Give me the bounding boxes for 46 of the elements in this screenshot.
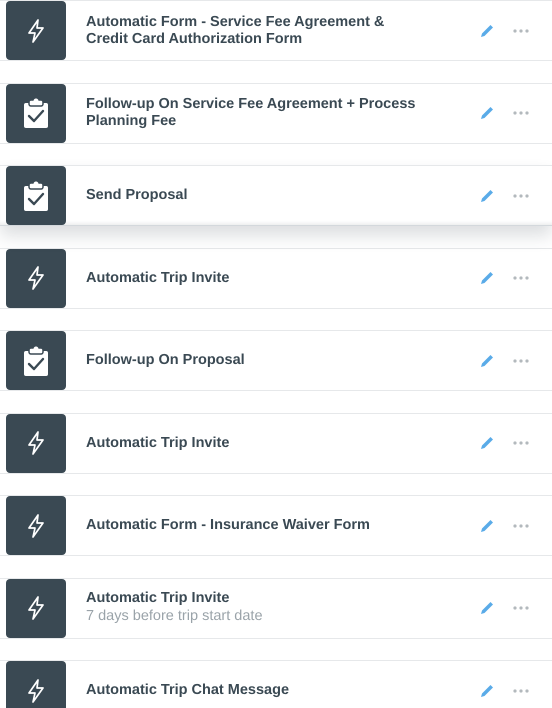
lightning-icon — [27, 596, 45, 620]
step-title: Automatic Form - Service Fee Agreement & Credit Card Authorization Form — [86, 14, 386, 48]
more-icon — [513, 688, 529, 692]
more-icon — [513, 524, 529, 528]
lightning-icon — [27, 266, 45, 290]
step-card[interactable]: Automatic Trip Invite — [0, 248, 552, 308]
pencil-icon — [479, 105, 495, 121]
step-title: Automatic Trip Invite — [86, 270, 230, 286]
more-icon — [513, 606, 529, 610]
more-icon — [513, 441, 529, 445]
step-title: Automatic Form - Insurance Waiver Form — [86, 517, 371, 534]
pencil-icon — [479, 22, 495, 38]
pencil-icon — [479, 435, 495, 451]
step-title: Automatic Trip Chat Message — [86, 682, 290, 699]
step-card[interactable]: Automatic Form - Service Fee Agreement & Credit Card Authorization Form — [0, 0, 552, 61]
step-card[interactable]: Follow-up On Proposal — [0, 330, 552, 391]
step-subtitle: 7 days before trip start date — [86, 607, 264, 626]
more-icon — [513, 111, 529, 115]
step-title: Automatic Trip Invite — [86, 590, 230, 607]
clipboard-check-icon — [24, 98, 48, 128]
pencil-icon — [479, 600, 495, 616]
pencil-icon — [479, 352, 495, 368]
pencil-icon — [479, 270, 495, 286]
lightning-icon — [27, 514, 45, 538]
clipboard-check-icon — [24, 346, 48, 376]
lightning-icon — [27, 678, 45, 702]
more-icon — [513, 194, 529, 198]
pencil-icon — [479, 188, 495, 204]
step-card[interactable]: Automatic Form - Insurance Waiver Form — [0, 495, 552, 556]
lightning-icon — [27, 18, 45, 42]
step-title: Follow-up On Proposal — [86, 352, 246, 369]
step-title: Follow-up On Service Fee Agreement + Process Planning Fee — [86, 96, 416, 130]
step-card[interactable]: Follow-up On Service Fee Agreement + Process Planning Fee — [0, 82, 552, 144]
more-icon — [513, 358, 529, 362]
step-title: Send Proposal — [86, 187, 189, 204]
more-icon — [513, 28, 529, 32]
step-title: Automatic Trip Invite — [86, 434, 230, 452]
more-icon — [513, 276, 529, 280]
step-card[interactable]: Send Proposal — [0, 165, 552, 226]
lightning-icon — [27, 431, 45, 455]
pencil-icon — [479, 682, 495, 698]
pencil-icon — [479, 518, 495, 534]
step-card[interactable]: Automatic Trip Chat Message — [0, 660, 552, 708]
step-card[interactable]: Automatic Trip Invite — [0, 412, 552, 474]
clipboard-check-icon — [24, 180, 48, 210]
step-card[interactable]: Automatic Trip Invite 7 days before trip start date — [0, 578, 552, 638]
